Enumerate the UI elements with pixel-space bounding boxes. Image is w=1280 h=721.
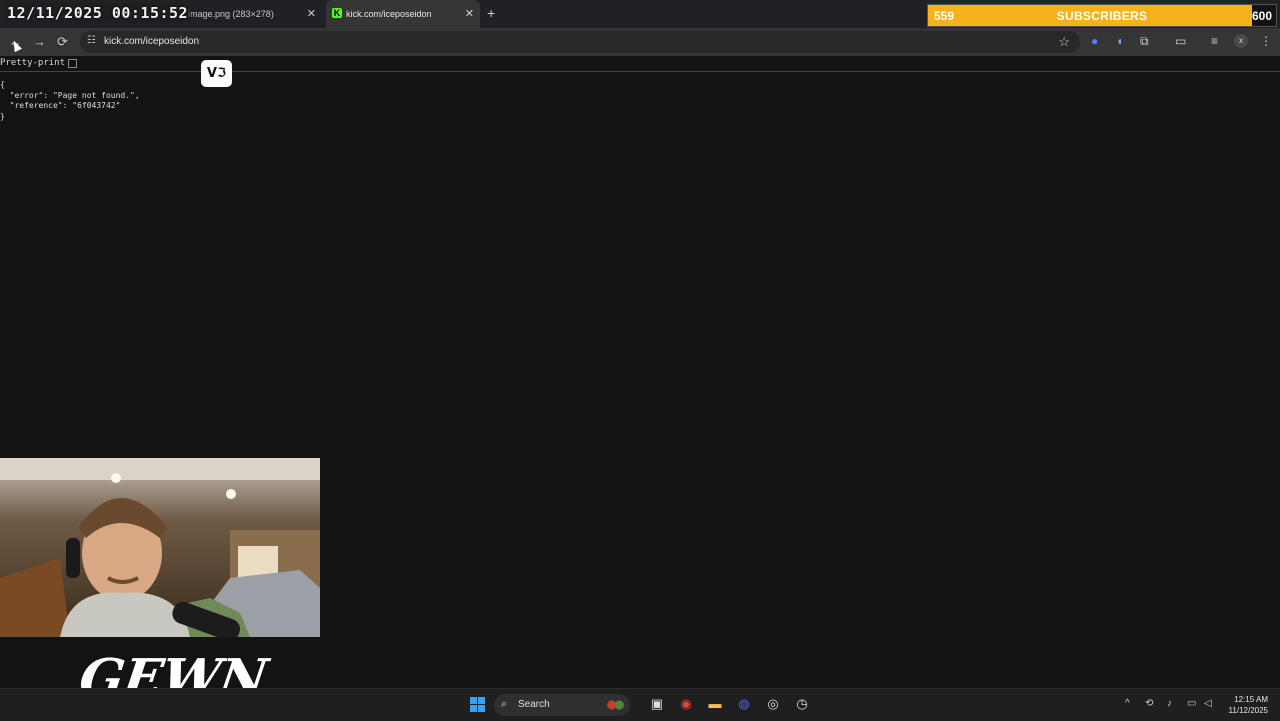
reload-icon[interactable]: ⟳ xyxy=(57,34,68,50)
kick-favicon-icon: K xyxy=(332,8,342,18)
site-info-icon[interactable]: ☷ xyxy=(87,35,96,46)
windows-taskbar: ⌕ Search ▣ ◉ ▬ ◍ ◎ ◷ ^ ⟲ ♪ ▭ ◁ 12:15 AM … xyxy=(0,688,1280,721)
task-view-icon[interactable]: ▣ xyxy=(648,695,666,713)
taskbar-search[interactable]: ⌕ Search xyxy=(494,694,630,716)
tab-title: kick.com/iceposeidon xyxy=(346,9,432,19)
discord-icon[interactable]: ◍ xyxy=(735,695,753,713)
obs-icon[interactable]: ◎ xyxy=(764,695,782,713)
extension-audio-icon[interactable]: ◖ xyxy=(1116,34,1123,48)
address-url[interactable]: kick.com/iceposeidon xyxy=(104,36,199,47)
microphone-icon[interactable]: ♪ xyxy=(1167,698,1172,709)
pretty-print-toggle[interactable]: Pretty-print xyxy=(0,58,78,68)
pretty-print-label: Pretty-print xyxy=(0,58,66,68)
address-bar[interactable]: ☷ kick.com/iceposeidon ☆ xyxy=(80,31,1080,53)
new-tab-icon[interactable]: + xyxy=(487,5,495,21)
windows-start-icon[interactable] xyxy=(470,697,485,712)
close-tab-icon[interactable]: ✕ xyxy=(465,7,474,20)
forward-icon[interactable]: → xyxy=(33,34,46,49)
json-response: { "error": "Page not found.", "reference… xyxy=(0,80,140,121)
clock-time: 12:15 AM xyxy=(1234,695,1268,704)
bookmark-star-icon[interactable]: ☆ xyxy=(1058,34,1070,50)
subscriber-label: SUBSCRIBERS xyxy=(1056,9,1148,23)
volume-icon[interactable]: ◁ xyxy=(1204,698,1212,709)
pretty-print-checkbox[interactable] xyxy=(68,58,78,68)
profile-avatar[interactable]: x xyxy=(1234,34,1248,48)
clock-date: 11/12/2025 xyxy=(1228,706,1268,715)
tab-title: image.png (283×278) xyxy=(188,9,274,19)
media-controls-icon[interactable]: ≡ xyxy=(1211,34,1218,48)
tray-overflow-chevron-icon[interactable]: ^ xyxy=(1125,698,1130,709)
taskbar-search-label: Search xyxy=(518,699,550,710)
overlay-timestamp: 12/11/2025 00:15:52 xyxy=(4,3,192,23)
tab-kick-iceposeidon[interactable]: K kick.com/iceposeidon ✕ xyxy=(326,0,480,28)
search-highlight-icon xyxy=(604,697,626,713)
clock-app-icon[interactable]: ◷ xyxy=(793,695,811,713)
sync-icon[interactable]: ⟲ xyxy=(1145,698,1153,709)
menu-kebab-icon[interactable]: ⋮ xyxy=(1260,34,1272,48)
extension-shield-icon[interactable]: ● xyxy=(1091,34,1098,48)
overlay-logo-badge: Vℑ xyxy=(201,60,232,87)
subscriber-goal-bar: 559 SUBSCRIBERS 600 xyxy=(927,4,1277,27)
extensions-puzzle-icon[interactable]: ⧉ xyxy=(1140,34,1149,49)
chrome-icon[interactable]: ◉ xyxy=(677,695,695,713)
taskbar-clock[interactable]: 12:15 AM 11/12/2025 xyxy=(1229,694,1268,716)
webcam-feed xyxy=(0,458,320,637)
divider xyxy=(0,71,1280,72)
browser-toolbar: ← → ⟳ ☷ kick.com/iceposeidon ☆ ● ◖ ⧉ ▭ ≡… xyxy=(0,28,1280,56)
network-icon[interactable]: ▭ xyxy=(1187,698,1196,709)
subscriber-goal: 600 xyxy=(1251,9,1272,23)
webcam-image xyxy=(0,458,320,637)
cast-icon[interactable]: ▭ xyxy=(1175,34,1186,48)
file-explorer-icon[interactable]: ▬ xyxy=(706,695,724,713)
search-icon: ⌕ xyxy=(501,698,508,710)
close-tab-icon[interactable]: ✕ xyxy=(307,7,316,20)
